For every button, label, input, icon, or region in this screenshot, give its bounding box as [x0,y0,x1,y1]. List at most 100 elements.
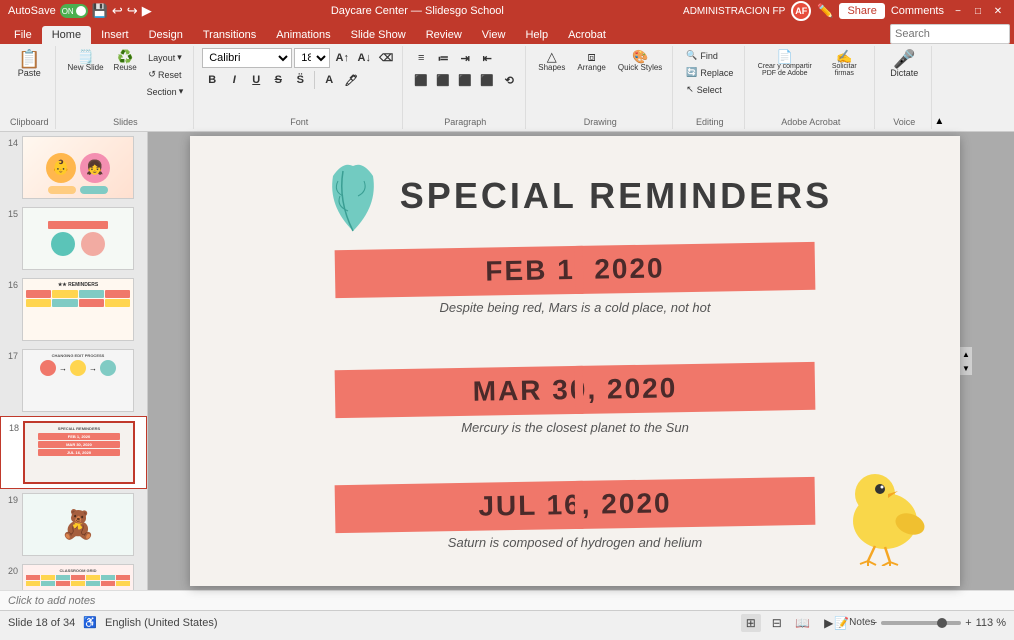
layout-label: Layout [148,53,175,63]
shadow-button[interactable]: S̈ [290,70,310,90]
bullets-button[interactable]: ≡ [411,48,431,68]
tab-file[interactable]: File [4,26,42,44]
arrange-button[interactable]: ⧈ Arrange [573,48,609,74]
zoom-in-button[interactable]: + [965,617,971,629]
slide-item-15[interactable]: 15 [0,203,147,274]
sign-icon: ✍ [836,50,852,63]
new-slide-button[interactable]: 🗒️ New Slide [64,48,108,74]
slide-title-section: SPECIAL REMINDERS [190,156,960,236]
normal-view-button[interactable]: ⊞ [741,614,761,632]
slide-canvas[interactable]: SPECIAL REMINDERS FEB 1, 2020 Despite be… [190,136,960,586]
ribbon-expand[interactable]: ▲ [934,46,944,129]
tab-insert[interactable]: Insert [91,26,139,44]
highlight-button[interactable]: 🖊 [341,70,361,90]
tab-help[interactable]: Help [515,26,558,44]
find-button[interactable]: 🔍 Find [682,48,722,63]
zoom-slider[interactable] [881,621,961,625]
italic-button[interactable]: I [224,70,244,90]
reminder-1: FEB 1, 2020 Despite being red, Mars is a… [335,246,815,319]
replace-button[interactable]: 🔄 Replace [682,65,737,80]
slide-item-16[interactable]: 16 ★★ REMINDERS [0,274,147,345]
right-scrollbar[interactable]: ▲ ▼ [960,347,972,375]
font-row1: Calibri 18 A↑ A↓ ⌫ [202,48,396,68]
arrange-label: Arrange [577,63,605,72]
save-icon[interactable]: 💾 [92,3,108,19]
align-center-button[interactable]: ⬛ [433,70,453,90]
reuse-button[interactable]: ♻️ Reuse [110,48,141,74]
share-button[interactable]: Share [839,3,884,19]
font-decrease-button[interactable]: A↓ [354,48,374,68]
dictate-button[interactable]: 🎤 Dictate [886,48,922,80]
accessibility-icon[interactable]: ♿ [83,616,97,629]
chick-svg [830,456,930,566]
notes-bar[interactable]: Click to add notes [0,590,1014,610]
slide-item-14[interactable]: 14 👶 👧 [0,132,147,203]
font-color-button[interactable]: A [319,70,339,90]
restore-button[interactable]: □ [970,3,986,19]
justify-button[interactable]: ⬛ [477,70,497,90]
tab-review[interactable]: Review [416,26,472,44]
ribbon-group-editing: 🔍 Find 🔄 Replace ↖ Select Editing [675,46,745,129]
scroll-up-button[interactable]: ▲ [960,347,972,361]
slide-item-17[interactable]: 17 CHANGING EDIT PROCESS → → [0,345,147,416]
zoom-out-button[interactable]: − [871,617,877,629]
present-icon[interactable]: ▶ [142,3,152,19]
slide-item-18[interactable]: 18 SPECIAL REMINDERS FEB 1, 2020 MAR 30,… [0,416,147,489]
redo-icon[interactable]: ↪ [127,3,138,19]
reset-button[interactable]: ↺ Reset [143,67,188,82]
clear-format-button[interactable]: ⌫ [376,48,396,68]
replace-label: Replace [700,68,733,78]
tab-view[interactable]: View [472,26,516,44]
font-name-select[interactable]: Calibri [202,48,292,68]
autosave-toggle[interactable]: ON [60,4,88,18]
slide-item-19[interactable]: 19 🧸 [0,489,147,560]
expand-ribbon-icon: ▲ [934,116,944,127]
scroll-down-button[interactable]: ▼ [960,361,972,375]
numbering-button[interactable]: ≔ [433,48,453,68]
align-left-button[interactable]: ⬛ [411,70,431,90]
reuse-icon: ♻️ [117,50,133,63]
toggle-dot [76,6,86,16]
comments-button[interactable]: Comments [891,5,944,17]
autosave-section: AutoSave ON 💾 ↩ ↪ ▶ [8,3,152,19]
search-input[interactable] [890,24,1010,44]
tab-home[interactable]: Home [42,26,91,44]
layout-button[interactable]: Layout▾ [143,50,188,65]
shapes-button[interactable]: △ Shapes [534,48,569,74]
user-avatar[interactable]: AF [791,1,811,21]
pdf-icon: 📄 [777,50,793,63]
slide-num-17: 17 [4,351,18,361]
align-right-button[interactable]: ⬛ [455,70,475,90]
bold-button[interactable]: B [202,70,222,90]
section-button[interactable]: Section▾ [143,84,188,99]
select-button[interactable]: ↖ Select [682,82,726,97]
reading-view-button[interactable]: 📖 [793,614,813,632]
underline-button[interactable]: U [246,70,266,90]
quick-styles-button[interactable]: 🎨 Quick Styles [614,48,666,74]
zoom-control[interactable]: − + 113 % [871,617,1006,629]
drawing-content: △ Shapes ⧈ Arrange 🎨 Quick Styles [534,48,666,115]
tab-animations[interactable]: Animations [266,26,340,44]
notes-button[interactable]: 📝 Notes [845,614,865,632]
language[interactable]: English (United States) [105,617,218,629]
strikethrough-button[interactable]: S [268,70,288,90]
tab-transitions[interactable]: Transitions [193,26,266,44]
tab-acrobat[interactable]: Acrobat [558,26,616,44]
create-pdf-button[interactable]: 📄 Crear y compartir PDF de Adobe [753,48,816,79]
drawing-top: △ Shapes ⧈ Arrange 🎨 Quick Styles [534,48,666,74]
tab-design[interactable]: Design [139,26,193,44]
text-direction-button[interactable]: ⟲ [499,70,519,90]
slide-item-20[interactable]: 20 CLASSROOM GRID [0,560,147,590]
increase-indent-button[interactable]: ⇥ [455,48,475,68]
decrease-indent-button[interactable]: ⇤ [477,48,497,68]
undo-icon[interactable]: ↩ [112,3,123,19]
minimize-button[interactable]: − [950,3,966,19]
slide-sorter-button[interactable]: ⊟ [767,614,787,632]
paste-button[interactable]: 📋 Paste [14,48,45,80]
close-button[interactable]: ✕ [990,3,1006,19]
pen-icon[interactable]: ✏️ [817,3,833,19]
font-size-select[interactable]: 18 [294,48,330,68]
font-increase-button[interactable]: A↑ [332,48,352,68]
tab-slideshow[interactable]: Slide Show [341,26,416,44]
request-sign-button[interactable]: ✍ Solicitar firmas [820,48,868,79]
